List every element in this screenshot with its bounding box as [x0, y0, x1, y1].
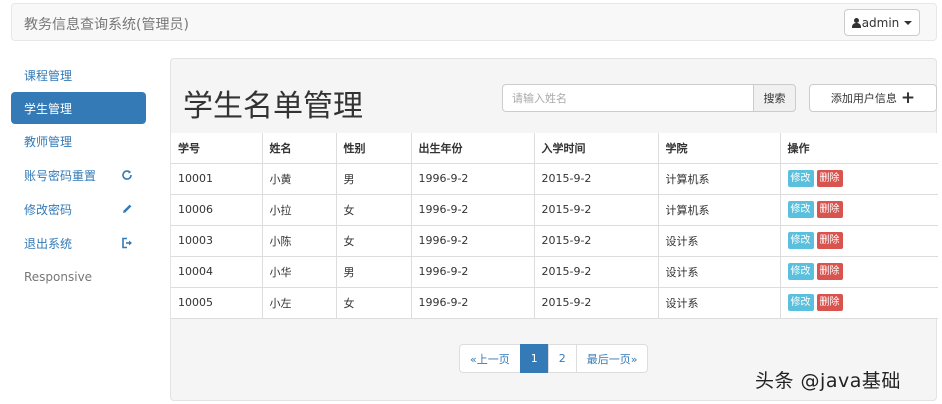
- birth-date-cell: 1996-9-2: [410, 286, 535, 319]
- edit-button[interactable]: 修改: [787, 294, 814, 311]
- column-header: 性别: [335, 133, 412, 164]
- edit-button[interactable]: 修改: [787, 201, 814, 218]
- log-out-icon: [121, 237, 133, 249]
- user-label: admin: [861, 15, 900, 30]
- delete-button[interactable]: 删除: [816, 201, 843, 218]
- table-row: 10005 小左 女 1996-9-2 2015-9-2 设计系 修改 删除: [171, 286, 938, 319]
- user-menu-button[interactable]: admin: [844, 9, 920, 36]
- prev-page-link[interactable]: «上一页: [459, 344, 521, 373]
- actions-cell: 修改 删除: [779, 255, 938, 288]
- sidebar-item-responsive: Responsive: [11, 260, 146, 294]
- actions-cell: 修改 删除: [779, 193, 938, 226]
- pagination: «上一页 1 2 最后一页»: [459, 344, 649, 373]
- birth-date-cell: 1996-9-2: [410, 224, 535, 257]
- students-table: 学号 姓名 性别 出生年份 入学时间 学院 操作 10001 小黄 男 1996…: [171, 133, 938, 319]
- college-cell: 计算机系: [657, 193, 781, 226]
- sidebar-item-label: 退出系统: [24, 236, 73, 251]
- name-cell: 小黄: [261, 162, 337, 195]
- search-group: 搜索: [502, 84, 796, 112]
- college-cell: 设计系: [657, 255, 781, 288]
- name-cell: 小左: [261, 286, 337, 319]
- sidebar: 课程管理 学生管理 教师管理 账号密码重置 修改密码 退出系统 Responsi…: [11, 58, 146, 294]
- sidebar-item-logout[interactable]: 退出系统: [11, 226, 146, 260]
- pencil-icon: [121, 203, 133, 215]
- edit-button[interactable]: 修改: [787, 232, 814, 249]
- enroll-date-cell: 2015-9-2: [533, 162, 659, 195]
- birth-date-cell: 1996-9-2: [410, 193, 535, 226]
- page-title: 学生名单管理: [183, 89, 363, 124]
- page-link-1[interactable]: 1: [519, 344, 549, 373]
- enroll-date-cell: 2015-9-2: [533, 255, 659, 288]
- enroll-date-cell: 2015-9-2: [533, 224, 659, 257]
- table-header-row: 学号 姓名 性别 出生年份 入学时间 学院 操作: [171, 133, 938, 164]
- add-user-label: 添加用户信息: [830, 92, 897, 105]
- page-link-2[interactable]: 2: [547, 344, 577, 373]
- birth-date-cell: 1996-9-2: [410, 255, 535, 288]
- actions-cell: 修改 删除: [779, 224, 938, 257]
- enroll-date-cell: 2015-9-2: [533, 193, 659, 226]
- table-row: 10001 小黄 男 1996-9-2 2015-9-2 计算机系 修改 删除: [171, 162, 938, 195]
- gender-cell: 女: [335, 286, 412, 319]
- student-id-cell: 10003: [171, 224, 263, 257]
- college-cell: 计算机系: [657, 162, 781, 195]
- name-cell: 小华: [261, 255, 337, 288]
- gender-cell: 女: [335, 193, 412, 226]
- column-header: 学院: [657, 133, 781, 164]
- main-panel: 学生名单管理 搜索 添加用户信息 + 学号 姓名 性别 出生年份 入学时间 学院…: [170, 58, 938, 401]
- delete-button[interactable]: 删除: [816, 170, 843, 187]
- last-page-link[interactable]: 最后一页»: [575, 344, 649, 373]
- name-cell: 小拉: [261, 193, 337, 226]
- edit-button[interactable]: 修改: [787, 170, 814, 187]
- column-header: 出生年份: [410, 133, 535, 164]
- student-id-cell: 10005: [171, 286, 263, 319]
- table-row: 10004 小华 男 1996-9-2 2015-9-2 设计系 修改 删除: [171, 255, 938, 288]
- delete-button[interactable]: 删除: [816, 294, 843, 311]
- sidebar-item-students[interactable]: 学生管理: [11, 92, 146, 124]
- add-user-button[interactable]: 添加用户信息 +: [809, 84, 937, 112]
- column-header: 学号: [171, 133, 263, 164]
- sidebar-item-label: 账号密码重置: [24, 168, 97, 183]
- student-id-cell: 10006: [171, 193, 263, 226]
- table-row: 10003 小陈 女 1996-9-2 2015-9-2 设计系 修改 删除: [171, 224, 938, 257]
- student-id-cell: 10001: [171, 162, 263, 195]
- search-input[interactable]: [502, 84, 753, 112]
- gender-cell: 男: [335, 162, 412, 195]
- column-header: 姓名: [261, 133, 337, 164]
- app-title[interactable]: 教务信息查询系统(管理员): [24, 14, 189, 34]
- refresh-icon: [121, 169, 133, 181]
- sidebar-item-change-password[interactable]: 修改密码: [11, 192, 146, 226]
- search-button[interactable]: 搜索: [753, 84, 796, 112]
- sidebar-item-label: 学生管理: [24, 101, 73, 116]
- sidebar-item-label: 修改密码: [24, 202, 73, 217]
- name-cell: 小陈: [261, 224, 337, 257]
- plus-icon: +: [900, 88, 916, 108]
- gender-cell: 女: [335, 224, 412, 257]
- watermark: 头条 @java基础: [755, 370, 901, 392]
- actions-cell: 修改 删除: [779, 162, 938, 195]
- college-cell: 设计系: [657, 224, 781, 257]
- column-header: 操作: [779, 133, 938, 164]
- sidebar-item-courses[interactable]: 课程管理: [11, 58, 146, 92]
- delete-button[interactable]: 删除: [816, 263, 843, 280]
- gender-cell: 男: [335, 255, 412, 288]
- birth-date-cell: 1996-9-2: [410, 162, 535, 195]
- user-icon: [851, 17, 861, 28]
- actions-cell: 修改 删除: [779, 286, 938, 319]
- student-id-cell: 10004: [171, 255, 263, 288]
- caret-down-icon: [904, 20, 913, 25]
- top-navbar: 教务信息查询系统(管理员) admin: [11, 3, 937, 41]
- sidebar-item-label: 课程管理: [24, 68, 73, 83]
- sidebar-item-label: Responsive: [24, 270, 93, 284]
- edit-button[interactable]: 修改: [787, 263, 814, 280]
- sidebar-item-reset-password[interactable]: 账号密码重置: [11, 158, 146, 192]
- college-cell: 设计系: [657, 286, 781, 319]
- sidebar-item-teachers[interactable]: 教师管理: [11, 124, 146, 158]
- sidebar-item-label: 教师管理: [24, 134, 73, 149]
- enroll-date-cell: 2015-9-2: [533, 286, 659, 319]
- table-row: 10006 小拉 女 1996-9-2 2015-9-2 计算机系 修改 删除: [171, 193, 938, 226]
- delete-button[interactable]: 删除: [816, 232, 843, 249]
- column-header: 入学时间: [533, 133, 659, 164]
